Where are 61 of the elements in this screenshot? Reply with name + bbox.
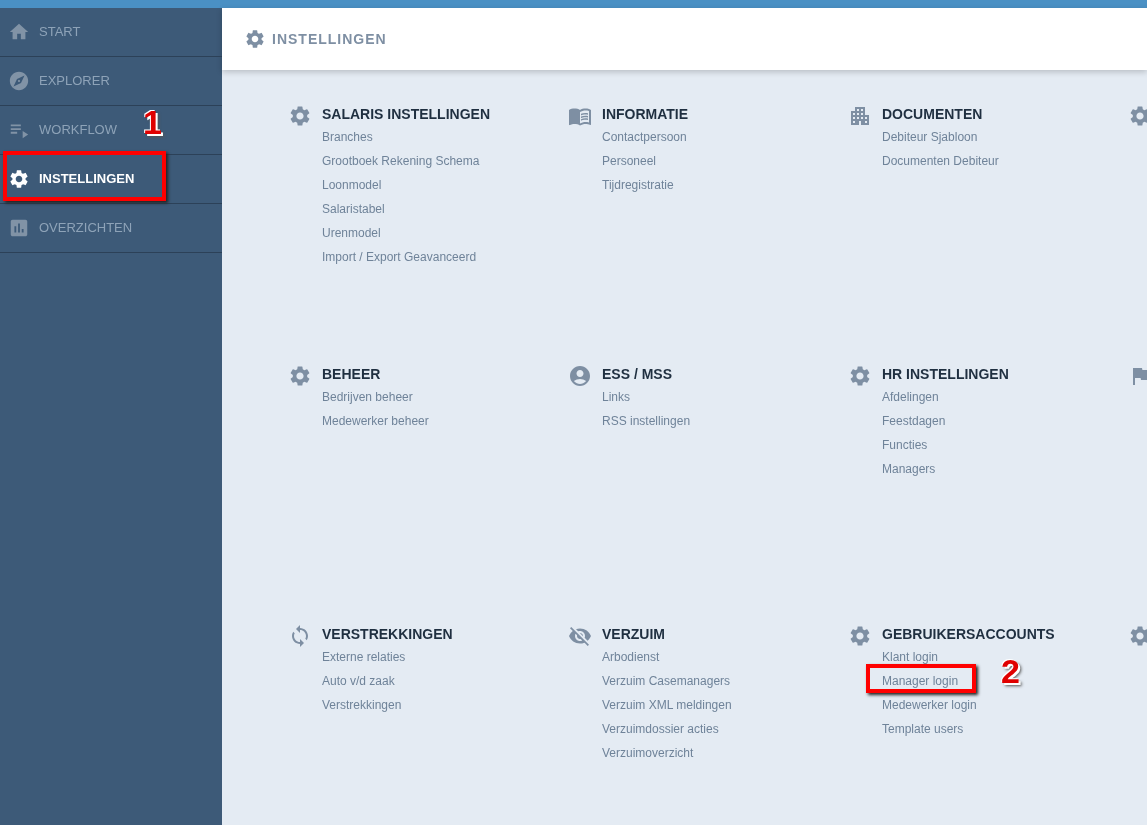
settings-link[interactable]: Import / Export Geavanceerd [322,250,477,264]
gear-icon [8,168,30,190]
eye-off-icon [568,624,592,648]
settings-link[interactable]: Medewerker login [882,698,977,712]
gear-icon [288,364,312,388]
settings-link[interactable]: Personeel [602,154,657,168]
sidebar-item[interactable]: WORKFLOW [0,106,125,154]
user-icon [568,364,592,388]
settings-link[interactable]: Medewerker beheer [322,414,429,428]
bar-chart-icon [8,217,30,239]
settings-link[interactable]: Links [602,390,630,404]
section-title: VERZUIM [602,625,666,644]
settings-link[interactable]: Bedrijven beheer [322,390,413,404]
settings-link[interactable]: Manager login [882,674,959,688]
settings-link[interactable]: Template users [882,722,964,736]
settings-link[interactable]: Verzuimoverzicht [602,746,694,760]
settings-link[interactable]: Verstrekkingen [322,698,402,712]
settings-link[interactable]: RSS instellingen [602,414,691,428]
compass-icon [8,70,30,92]
sidebar-item[interactable]: EXPLORER [0,57,118,105]
sidebar-item[interactable]: OVERZICHTEN [0,204,141,252]
settings-link[interactable]: Tijdregistratie [602,178,674,192]
settings-link[interactable]: Arbodienst [602,650,660,664]
settings-link[interactable]: Debiteur Sjabloon [882,130,978,144]
page-title: INSTELLINGEN [272,29,387,49]
section-title: INFORMATIE [602,105,689,124]
section-title: BEHEER [322,365,382,384]
sidebar-item[interactable]: INSTELLINGEN [0,155,143,203]
settings-link[interactable]: Managers [882,462,936,476]
gear-icon [288,104,312,128]
section-title: DOCUMENTEN [882,105,984,124]
section-title: HR INSTELLINGEN [882,365,1009,384]
annotation-number: 2 [1001,654,1020,688]
settings-link[interactable]: Salaristabel [322,202,385,216]
section-title: SALARIS INSTELLINGEN [322,105,490,124]
settings-link[interactable]: Externe relaties [322,650,406,664]
settings-link[interactable]: Klant login [882,650,939,664]
sidebar-item[interactable]: START [0,8,89,56]
section-title: ESS / MSS [602,365,674,384]
settings-link[interactable]: Verzuim Casemanagers [602,674,731,688]
settings-link[interactable]: Contactpersoon [602,130,687,144]
gear-icon [1128,104,1147,128]
annotation-number: 1 [143,105,162,139]
settings-link[interactable]: Feestdagen [882,414,946,428]
gear-icon [1128,624,1147,648]
settings-link[interactable]: Afdelingen [882,390,939,404]
settings-link[interactable]: Urenmodel [322,226,381,240]
settings-link[interactable]: Documenten Debiteur [882,154,999,168]
settings-link[interactable]: Verzuim XML meldingen [602,698,732,712]
gear-icon [244,28,266,50]
settings-link[interactable]: Grootboek Rekening Schema [322,154,480,168]
settings-link[interactable]: Auto v/d zaak [322,674,395,688]
section-title: GEBRUIKERSACCOUNTS [882,625,1055,644]
settings-link[interactable]: Branches [322,130,373,144]
settings-link[interactable]: Loonmodel [322,178,382,192]
gear-icon [848,364,872,388]
settings-link[interactable]: Functies [882,438,928,452]
section-title: VERSTREKKINGEN [322,625,453,644]
settings-link[interactable]: Verzuimdossier acties [602,722,719,736]
building-icon [848,104,872,128]
gear-icon [848,624,872,648]
